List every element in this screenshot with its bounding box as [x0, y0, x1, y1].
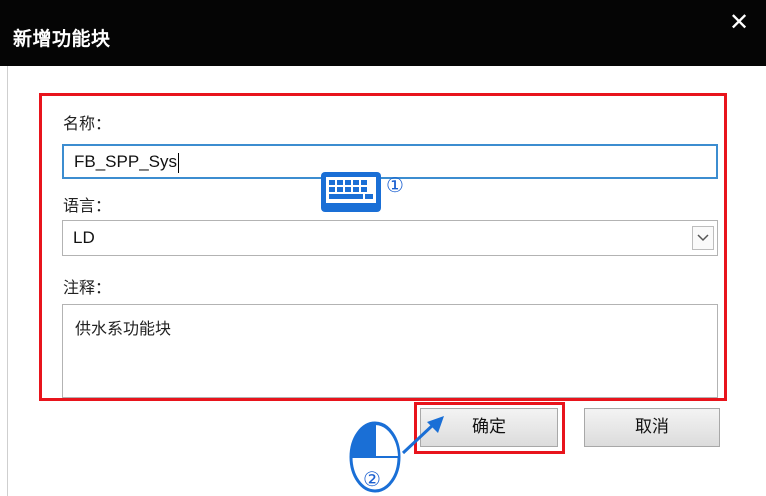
dialog-title: 新增功能块	[13, 28, 111, 50]
pointer-arrow-icon	[401, 416, 444, 455]
close-icon[interactable]: ✕	[728, 10, 750, 34]
cancel-button[interactable]: 取消	[584, 408, 720, 447]
step-1-marker: ①	[386, 173, 404, 197]
form-highlight-box	[39, 93, 727, 401]
keyboard-icon	[321, 172, 381, 212]
step-2-marker: ②	[363, 467, 381, 491]
dialog-border	[7, 66, 8, 496]
dialog-title-bar: 新增功能块 ✕	[0, 0, 766, 66]
